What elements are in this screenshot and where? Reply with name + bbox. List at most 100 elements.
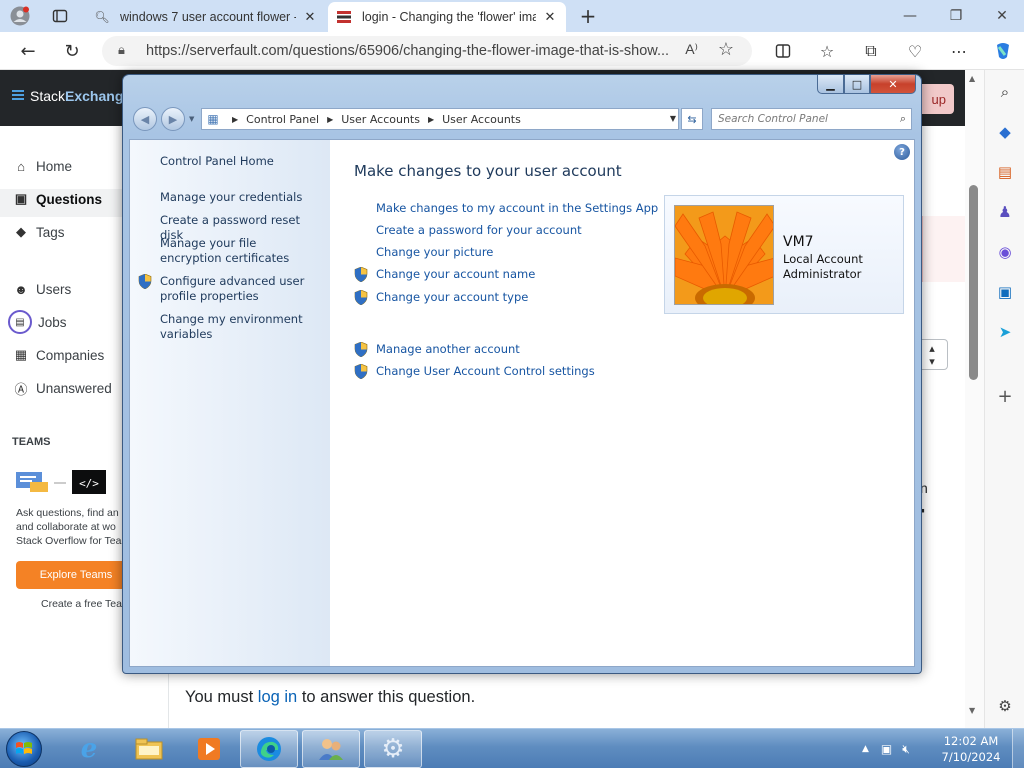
search-icon[interactable]: ⌕ <box>993 80 1017 104</box>
copilot-icon[interactable] <box>990 38 1016 64</box>
speaker-muted-icon[interactable]: 🔇︎ <box>902 742 910 757</box>
environment-variables-link[interactable]: Change my environment variables <box>160 312 320 342</box>
user-picture[interactable] <box>674 205 774 305</box>
read-aloud-icon[interactable]: A⁾ <box>685 41 698 58</box>
refresh-icon[interactable]: ⇆ <box>681 108 703 130</box>
teams-illustration: </> <box>16 470 126 496</box>
settings-gear-icon[interactable]: ⚙ <box>993 694 1017 718</box>
url-text: https://serverfault.com/questions/65906/… <box>146 43 670 59</box>
account-role-text: Administrator <box>783 267 862 281</box>
refresh-icon[interactable]: ↻ <box>58 37 86 65</box>
control-panel-taskbar-icon[interactable]: ⚙ <box>364 730 422 768</box>
uac-shield-icon <box>354 290 368 305</box>
search-icon: 🔍︎ <box>94 10 110 24</box>
users-icon: ☻ <box>14 281 28 297</box>
nav-home[interactable]: ⌂ Home <box>12 155 72 177</box>
internet-explorer-icon[interactable]: e <box>60 730 118 768</box>
close-tab-icon[interactable]: ✕ <box>542 9 558 25</box>
new-tab-icon[interactable]: + <box>576 4 600 28</box>
nav-unanswered[interactable]: Ⓐ Unanswered <box>12 377 111 399</box>
media-player-icon[interactable] <box>180 730 238 768</box>
maximize-icon[interactable]: □ <box>844 75 870 94</box>
favorite-star-icon[interactable]: ☆ <box>718 39 734 60</box>
settings-app-link[interactable]: Make changes to my account in the Settin… <box>376 201 658 215</box>
tab-actions-icon[interactable] <box>48 4 72 28</box>
nav-users[interactable]: ☻ Users <box>12 278 71 300</box>
breadcrumb-item[interactable]: User Accounts <box>341 113 420 126</box>
network-icon[interactable]: ▣ <box>881 742 892 756</box>
nav-tags[interactable]: ◆ Tags <box>12 221 65 243</box>
nav-jobs[interactable]: ▤ Jobs <box>8 310 67 334</box>
help-icon[interactable]: ? <box>894 144 910 160</box>
start-button[interactable] <box>6 731 42 767</box>
create-password-link[interactable]: Create a password for your account <box>376 223 582 237</box>
uac-shield-icon <box>354 342 368 357</box>
forward-arrow-icon[interactable]: ▶ <box>161 107 185 131</box>
advanced-profile-link[interactable]: Configure advanced user profile properti… <box>160 274 320 304</box>
collections-icon[interactable]: ⧉ <box>858 38 884 64</box>
search-icon[interactable]: ⌕ <box>900 112 906 126</box>
browser-essentials-icon[interactable]: ♡ <box>902 38 928 64</box>
toolbox-icon[interactable]: ▤ <box>993 160 1017 184</box>
uac-shield-icon <box>354 267 368 282</box>
explore-teams-button[interactable]: Explore Teams <box>16 561 136 589</box>
show-desktop-button[interactable] <box>1012 729 1024 768</box>
address-dropdown-icon[interactable]: ▼ <box>670 114 676 123</box>
minimize-icon[interactable]: — <box>890 4 930 28</box>
cp-address-bar[interactable]: ▦ ▶ Control Panel ▶ User Accounts ▶ User… <box>201 108 679 130</box>
more-menu-icon[interactable]: ⋯ <box>946 38 972 64</box>
outlook-icon[interactable]: ▣ <box>993 280 1017 304</box>
restore-icon[interactable]: ❐ <box>936 4 976 28</box>
close-window-icon[interactable]: ✕ <box>982 4 1022 28</box>
teams-description: Ask questions, find an and collaborate a… <box>16 507 122 547</box>
favorites-icon[interactable]: ☆ <box>814 38 840 64</box>
recent-pages-dropdown-icon[interactable]: ▼ <box>189 115 194 123</box>
change-account-name-link[interactable]: Change your account name <box>376 267 535 281</box>
page-title: Make changes to your user account <box>354 162 622 180</box>
edge-sidebar: ⌕ ◆ ▤ ♟ ◉ ▣ ➤ + ⚙ <box>984 70 1024 728</box>
page-scrollbar[interactable]: ▲ ▼ <box>965 70 984 728</box>
manage-another-account-link[interactable]: Manage another account <box>376 342 520 356</box>
scroll-up-arrow-icon[interactable]: ▲ <box>969 74 975 83</box>
create-team-link[interactable]: Create a free Tea <box>41 598 122 610</box>
system-clock[interactable]: 12:02 AM 7/10/2024 <box>940 733 1002 765</box>
nav-questions[interactable]: ▣ Questions <box>12 188 102 210</box>
edge-taskbar-icon[interactable] <box>240 730 298 768</box>
stackexchange-logo[interactable]: Stack Exchange <box>12 88 131 104</box>
serverfault-icon <box>336 9 352 25</box>
cp-home-link[interactable]: Control Panel Home <box>160 154 274 168</box>
split-screen-icon[interactable] <box>770 38 796 64</box>
file-explorer-icon[interactable] <box>120 730 178 768</box>
tab-search[interactable]: 🔍︎ windows 7 user account flower - ✕ <box>86 2 326 32</box>
close-icon[interactable]: ✕ <box>870 75 916 94</box>
change-account-type-link[interactable]: Change your account type <box>376 290 528 304</box>
profile-icon[interactable] <box>8 4 32 28</box>
change-picture-link[interactable]: Change your picture <box>376 245 493 259</box>
back-arrow-icon[interactable]: ← <box>14 37 42 65</box>
url-field[interactable]: 🔒︎ https://serverfault.com/questions/659… <box>102 36 752 66</box>
scroll-thumb[interactable] <box>969 185 978 380</box>
scroll-down-arrow-icon[interactable]: ▼ <box>969 706 975 715</box>
microsoft365-icon[interactable]: ◉ <box>993 240 1017 264</box>
minimize-icon[interactable]: ▁ <box>817 75 844 94</box>
file-encryption-link[interactable]: Manage your file encryption certificates <box>160 236 320 266</box>
tab-label: windows 7 user account flower - <box>120 10 296 24</box>
send-icon[interactable]: ➤ <box>993 320 1017 344</box>
nav-companies[interactable]: ▦ Companies <box>12 344 104 366</box>
games-icon[interactable]: ♟ <box>993 200 1017 224</box>
user-accounts-taskbar-icon[interactable] <box>302 730 360 768</box>
uac-shield-icon <box>138 274 152 289</box>
breadcrumb-item[interactable]: Control Panel <box>246 113 319 126</box>
show-hidden-icons-icon[interactable]: ▲ <box>862 744 869 754</box>
shopping-tag-icon[interactable]: ◆ <box>993 120 1017 144</box>
home-icon: ⌂ <box>17 158 25 174</box>
cp-search-input[interactable]: Search Control Panel ⌕ <box>711 108 912 130</box>
login-link[interactable]: log in <box>258 688 297 706</box>
tab-serverfault[interactable]: login - Changing the 'flower' ima ✕ <box>328 2 566 32</box>
manage-credentials-link[interactable]: Manage your credentials <box>160 190 320 205</box>
add-icon[interactable]: + <box>993 384 1017 408</box>
breadcrumb-item[interactable]: User Accounts <box>442 113 521 126</box>
uac-settings-link[interactable]: Change User Account Control settings <box>376 364 595 378</box>
close-tab-icon[interactable]: ✕ <box>302 9 318 25</box>
back-arrow-icon[interactable]: ◀ <box>133 107 157 131</box>
